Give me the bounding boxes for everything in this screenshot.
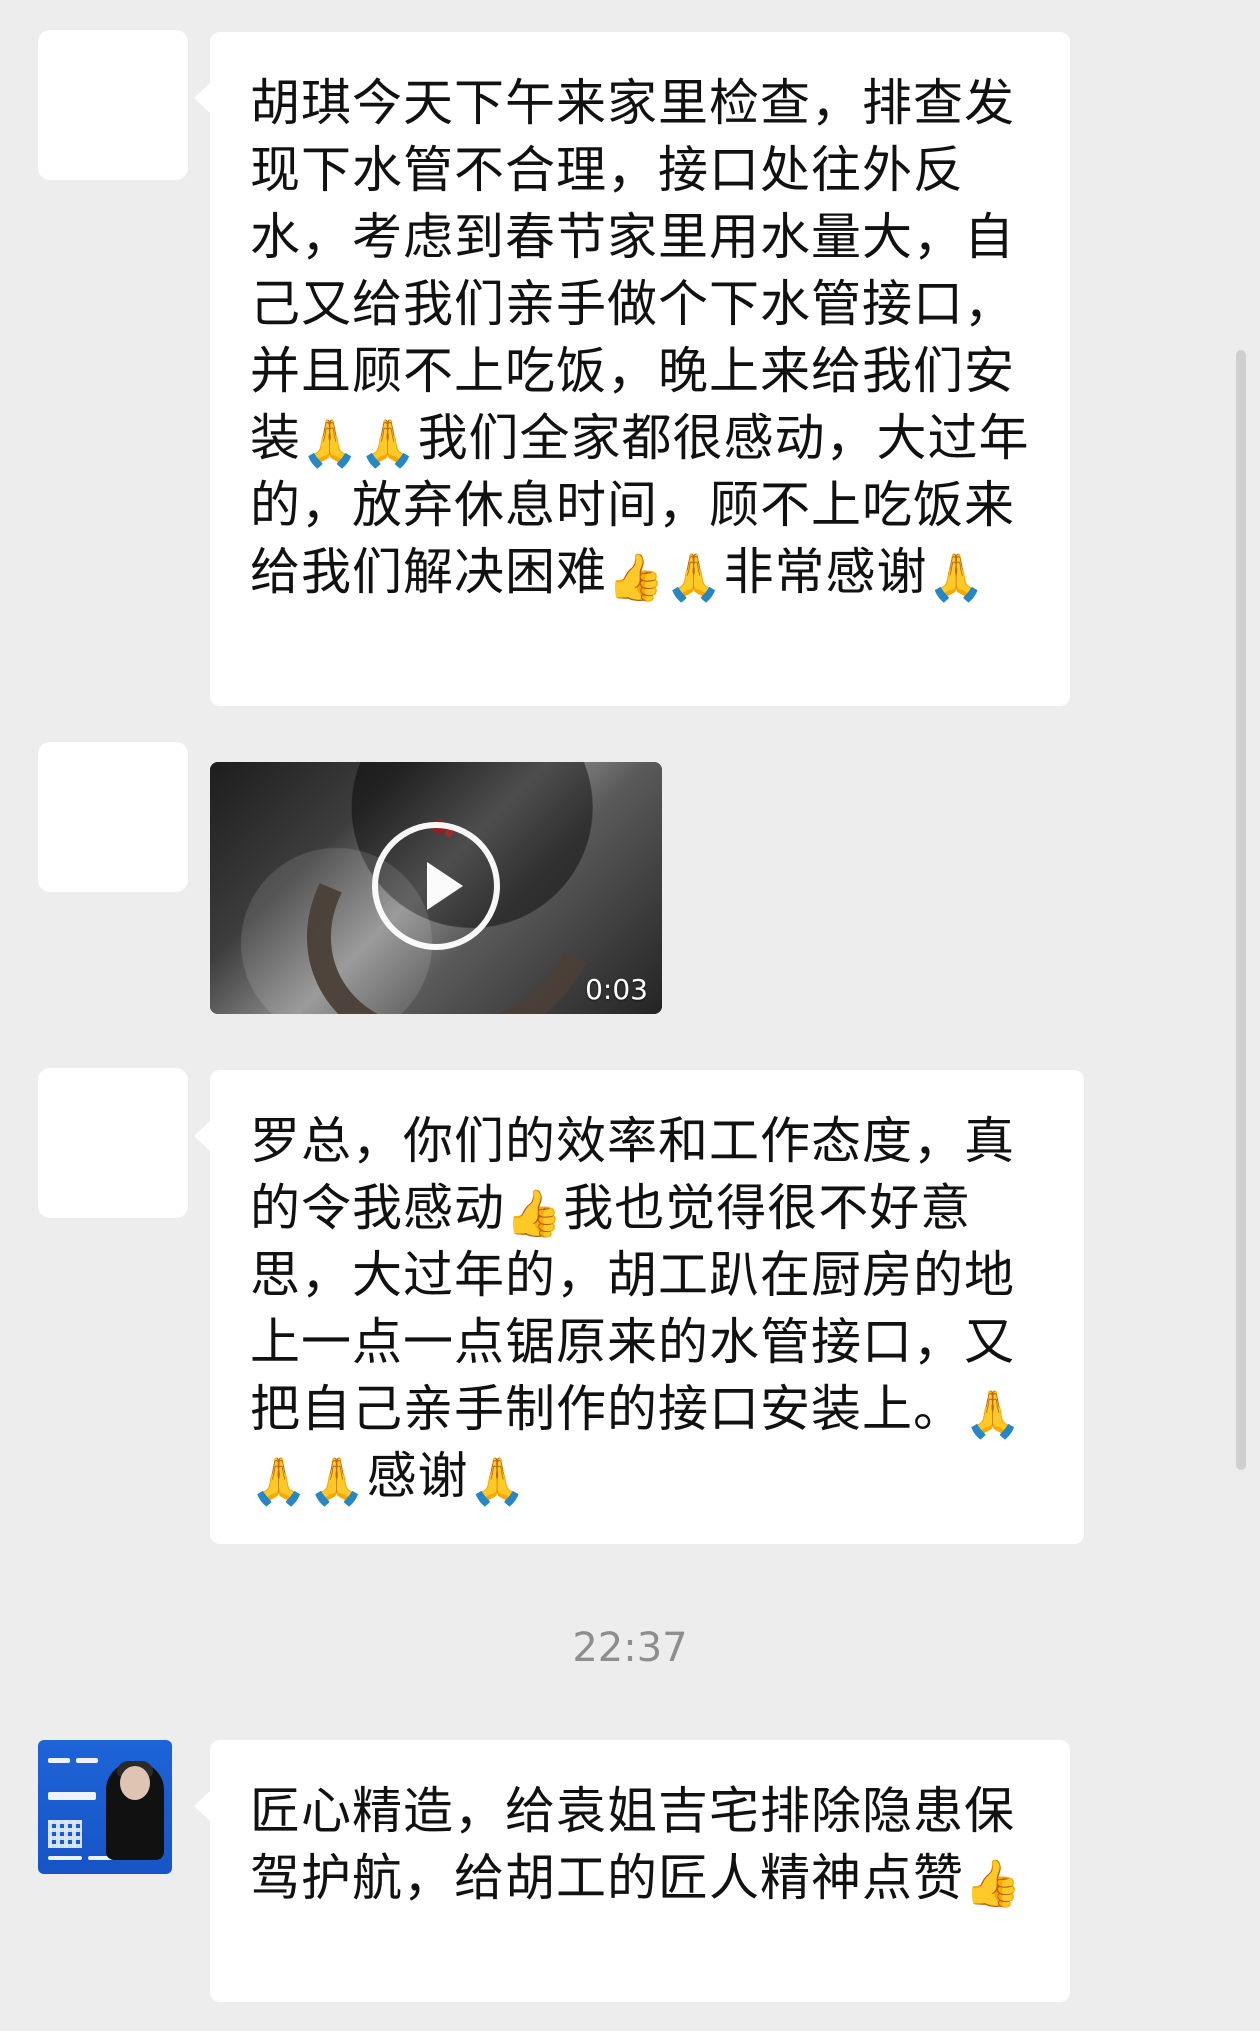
person-face bbox=[120, 1766, 150, 1800]
message-bubble[interactable]: 胡琪今天下午来家里检查，排查发现下水管不合理，接口处往外反水，考虑到春节家里用水… bbox=[194, 32, 1070, 706]
card-line bbox=[48, 1792, 96, 1800]
thumbs-up-icon: 👍 bbox=[607, 550, 666, 604]
thumbs-up-icon: 👍 bbox=[964, 1856, 1023, 1910]
avatar[interactable] bbox=[38, 742, 188, 892]
thumbs-up-icon: 👍 bbox=[505, 1186, 564, 1240]
message-text: 匠心精造，给袁姐吉宅排除隐患保驾护航，给胡工的匠人精神点赞 bbox=[250, 1782, 1015, 1907]
chat-thread: 胡琪今天下午来家里检查，排查发现下水管不合理，接口处往外反水，考虑到春节家里用水… bbox=[0, 0, 1260, 2031]
pray-icon: 🙏 bbox=[308, 1454, 367, 1508]
message-timestamp: 22:37 bbox=[572, 1625, 688, 1671]
pray-icon: 🙏 bbox=[927, 550, 986, 604]
pray-icon: 🙏 bbox=[964, 1387, 1023, 1441]
qr-icon bbox=[48, 1820, 82, 1848]
card-line bbox=[48, 1856, 82, 1860]
scrollbar[interactable] bbox=[1236, 350, 1246, 1470]
video-message[interactable]: 0:03 bbox=[210, 762, 662, 1014]
card-line bbox=[76, 1758, 98, 1763]
message-text: 感谢 bbox=[366, 1447, 469, 1505]
avatar[interactable] bbox=[38, 30, 188, 180]
pray-icon: 🙏 bbox=[301, 416, 360, 470]
pray-icon: 🙏 bbox=[468, 1454, 527, 1508]
message-text: 非常感谢 bbox=[723, 543, 928, 601]
card-line bbox=[48, 1758, 70, 1763]
avatar[interactable] bbox=[38, 1068, 188, 1218]
message-bubble[interactable]: 罗总，你们的效率和工作态度，真的令我感动👍我也觉得很不好意思，大过年的，胡工趴在… bbox=[194, 1070, 1084, 1544]
message-bubble[interactable]: 匠心精造，给袁姐吉宅排除隐患保驾护航，给胡工的匠人精神点赞👍 bbox=[194, 1740, 1070, 2002]
play-icon[interactable] bbox=[372, 822, 500, 950]
pray-icon: 🙏 bbox=[359, 416, 418, 470]
video-duration: 0:03 bbox=[585, 973, 648, 1006]
pray-icon: 🙏 bbox=[250, 1454, 309, 1508]
pray-icon: 🙏 bbox=[665, 550, 724, 604]
business-card-avatar[interactable] bbox=[38, 1740, 172, 1874]
